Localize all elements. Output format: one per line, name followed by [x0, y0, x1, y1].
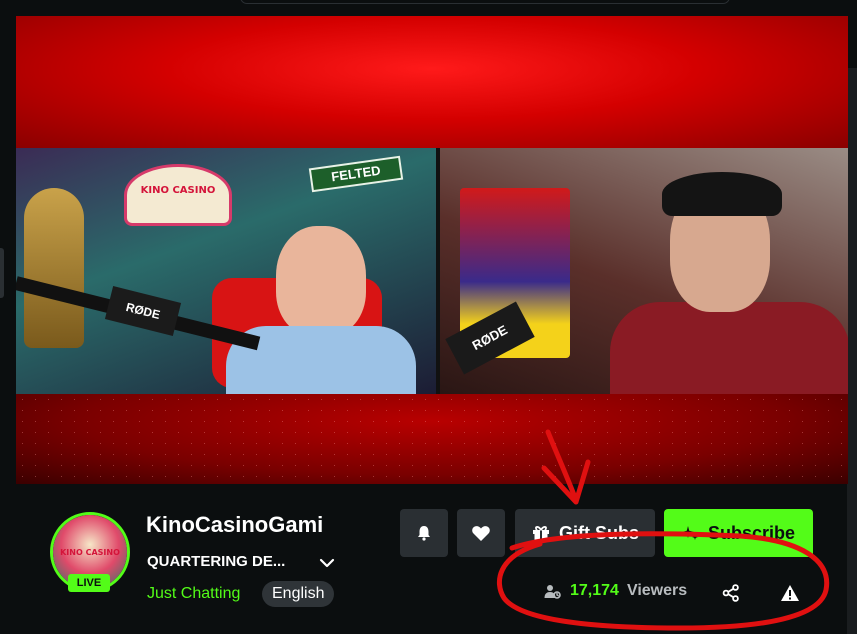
follow-button[interactable]: [457, 509, 505, 557]
video-starfield: [16, 394, 848, 484]
welcome-sign: KINO CASINO: [124, 164, 232, 226]
report-icon[interactable]: [780, 584, 800, 602]
viewer-count-value: 17,174: [570, 582, 619, 599]
top-bar: [0, 0, 857, 16]
microphone-left: RØDE: [104, 286, 182, 336]
video-player[interactable]: KINO CASINO FELTED RØDE RØDE: [16, 16, 848, 484]
stream-info: KINO CASINO LIVE KinoCasinoGami QUARTERI…: [0, 484, 857, 634]
gift-subs-button[interactable]: Gift Subs: [515, 509, 655, 557]
webcam-left: KINO CASINO FELTED RØDE: [16, 148, 436, 394]
language-tag[interactable]: English: [262, 581, 335, 607]
viewers-icon: [544, 585, 561, 599]
video-top-banner: [16, 16, 848, 148]
street-sign: FELTED: [308, 155, 404, 193]
gift-icon: [533, 526, 549, 541]
streamer-left: [226, 226, 416, 394]
live-badge: LIVE: [68, 574, 110, 592]
subscribe-label: Subscribe: [707, 522, 796, 543]
lion-statue: [24, 188, 84, 348]
sidebar-handle[interactable]: [0, 248, 4, 298]
subscribe-button[interactable]: Subscribe: [664, 509, 813, 557]
category-link[interactable]: Just Chatting: [147, 585, 240, 603]
heart-icon: [472, 526, 490, 541]
gift-subs-label: Gift Subs: [559, 522, 639, 543]
webcam-right: RØDE: [440, 148, 848, 394]
share-icon[interactable]: [722, 584, 740, 602]
channel-name[interactable]: KinoCasinoGami: [146, 512, 323, 538]
search-bar-edge[interactable]: [240, 0, 730, 4]
notifications-button[interactable]: [400, 509, 448, 557]
viewer-count: 17,174 Viewers: [544, 582, 687, 600]
chevron-down-icon[interactable]: [318, 554, 336, 572]
streamer-right: [600, 172, 848, 394]
subscribe-star-icon: [681, 526, 698, 540]
stream-title: QUARTERING DE...: [147, 553, 286, 570]
bell-icon: [418, 526, 430, 541]
viewer-count-label: Viewers: [626, 582, 688, 599]
